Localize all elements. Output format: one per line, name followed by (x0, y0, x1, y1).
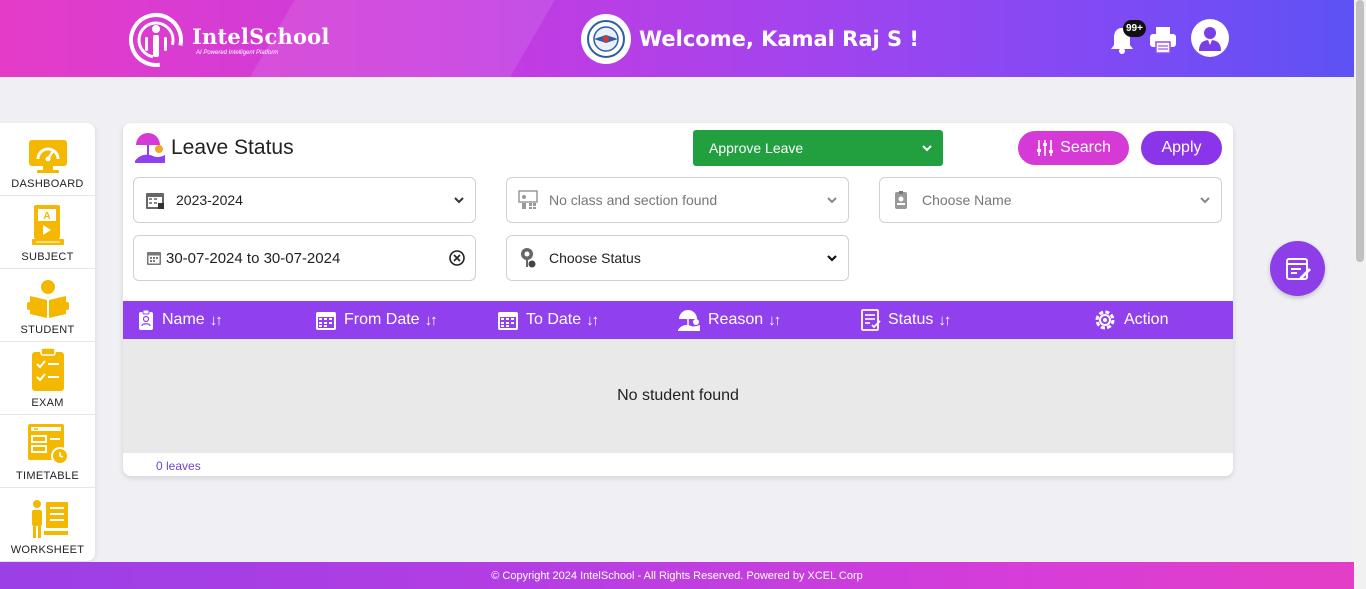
leave-status-card: Leave Status Approve Leave Search Apply … (123, 123, 1233, 476)
sidebar: DASHBOARD A SUBJECT STUDENT EXAM TIMETAB… (0, 123, 95, 561)
academic-year-value: 2023-2024 (176, 192, 243, 208)
status-value: Choose Status (549, 250, 641, 266)
chevron-down-icon (827, 197, 837, 204)
top-header: IntelSchool AI Powered Intelligent Platf… (0, 0, 1354, 77)
sidebar-item-subject[interactable]: A SUBJECT (0, 196, 95, 269)
subject-icon: A (31, 205, 64, 245)
column-label: To Date (526, 311, 582, 328)
leave-count: 0 leaves (156, 459, 201, 473)
chevron-down-icon (827, 255, 837, 262)
welcome-message: Welcome, Kamal Raj S ! (639, 27, 920, 51)
gear-icon (1095, 310, 1115, 330)
printer-icon (1150, 27, 1176, 54)
column-action: Action (1093, 301, 1168, 339)
brand-name: IntelSchool (192, 24, 330, 49)
floating-action-button[interactable] (1270, 241, 1325, 296)
print-button[interactable] (1148, 18, 1178, 58)
column-status[interactable]: Status ↓↑ (861, 301, 951, 339)
search-button-label: Search (1060, 139, 1111, 156)
leave-icon (678, 310, 700, 331)
user-icon (1199, 27, 1221, 51)
page-scrollbar[interactable] (1354, 0, 1366, 589)
edit-form-icon (1285, 257, 1311, 280)
sidebar-item-timetable[interactable]: TIMETABLE (0, 415, 95, 488)
classroom-icon (518, 190, 538, 209)
clear-circle-icon[interactable] (449, 250, 465, 266)
column-from-date[interactable]: From Date ↓↑ (315, 301, 438, 339)
leave-type-select[interactable]: Approve Leave (693, 130, 943, 166)
sort-icon[interactable]: ↓↑ (938, 312, 951, 329)
filter-sliders-icon (1037, 140, 1054, 156)
sidebar-label: DASHBOARD (11, 178, 84, 190)
sidebar-label: EXAM (31, 397, 64, 409)
chevron-down-icon (1200, 197, 1210, 204)
worksheet-icon (31, 500, 68, 538)
apply-button-label: Apply (1161, 139, 1202, 156)
column-name[interactable]: Name ↓↑ (137, 301, 223, 339)
sidebar-label: WORKSHEET (10, 544, 85, 556)
column-to-date[interactable]: To Date ↓↑ (497, 301, 599, 339)
page-title: Leave Status (133, 131, 294, 165)
apply-button[interactable]: Apply (1141, 131, 1222, 165)
leave-icon (135, 133, 165, 163)
intelschool-logo-icon (129, 12, 183, 67)
sidebar-item-dashboard[interactable]: DASHBOARD (0, 123, 95, 196)
column-label: Action (1124, 311, 1169, 328)
sidebar-label: TIMETABLE (15, 470, 79, 482)
scrollbar-thumb[interactable] (1356, 0, 1364, 262)
column-label: Status (888, 311, 934, 328)
checklist-icon (861, 309, 881, 331)
notification-bell[interactable]: 99+ (1108, 18, 1146, 58)
sort-icon[interactable]: ↓↑ (425, 312, 438, 329)
column-label: From Date (344, 311, 420, 328)
brand[interactable]: IntelSchool AI Powered Intelligent Platf… (128, 12, 330, 68)
calendar-icon (316, 312, 336, 330)
column-label: Name (162, 311, 205, 328)
welcome-area: Welcome, Kamal Raj S ! (581, 14, 919, 64)
empty-state-message: No student found (617, 387, 739, 404)
sort-icon[interactable]: ↓↑ (586, 312, 599, 329)
sort-icon[interactable]: ↓↑ (768, 312, 781, 329)
dashboard-icon (28, 140, 67, 173)
class-section-select[interactable]: No class and section found (506, 177, 849, 223)
footer-copyright: © Copyright 2024 IntelSchool - All Right… (491, 569, 863, 582)
column-label: Reason (708, 311, 764, 328)
sidebar-item-student[interactable]: STUDENT (0, 269, 95, 342)
exam-icon (31, 347, 64, 391)
timetable-icon (27, 424, 69, 465)
academic-year-select[interactable]: 2023-2024 (133, 177, 476, 223)
sidebar-item-worksheet[interactable]: WORKSHEET (0, 488, 95, 561)
brand-tagline: AI Powered Intelligent Platform (196, 50, 279, 56)
student-name-select[interactable]: Choose Name (879, 177, 1222, 223)
notification-badge: 99+ (1123, 20, 1146, 37)
sidebar-item-exam[interactable]: EXAM (0, 342, 95, 415)
table-header: Name ↓↑ From Date ↓↑ To Date ↓↑ Reason ↓↑ St… (123, 301, 1233, 339)
user-avatar[interactable] (1191, 19, 1229, 57)
sidebar-label: STUDENT (20, 324, 75, 336)
calendar-icon (498, 312, 518, 330)
status-pin-icon (521, 248, 536, 268)
date-range-value: 30-07-2024 to 30-07-2024 (166, 249, 341, 267)
sidebar-label: SUBJECT (21, 251, 74, 263)
student-name-value: Choose Name (922, 192, 1012, 208)
calendar-icon (146, 193, 164, 209)
school-logo-icon (581, 14, 631, 64)
chevron-down-icon (922, 145, 932, 152)
chevron-down-icon (454, 197, 464, 204)
id-badge-icon (139, 309, 153, 330)
svg-text:A: A (43, 211, 50, 222)
calendar-icon (147, 252, 161, 265)
student-icon (26, 280, 69, 318)
column-reason[interactable]: Reason ↓↑ (677, 301, 781, 339)
page-title-text: Leave Status (171, 136, 294, 159)
footer: © Copyright 2024 IntelSchool - All Right… (0, 562, 1354, 589)
date-range-input[interactable]: 30-07-2024 to 30-07-2024 (133, 235, 476, 281)
leave-type-value: Approve Leave (709, 140, 804, 156)
search-button[interactable]: Search (1018, 131, 1129, 165)
sort-icon[interactable]: ↓↑ (210, 312, 223, 329)
status-select[interactable]: Choose Status (506, 235, 849, 281)
id-badge-icon (895, 191, 907, 209)
table-body: No student found (123, 339, 1233, 453)
class-section-value: No class and section found (549, 192, 718, 208)
